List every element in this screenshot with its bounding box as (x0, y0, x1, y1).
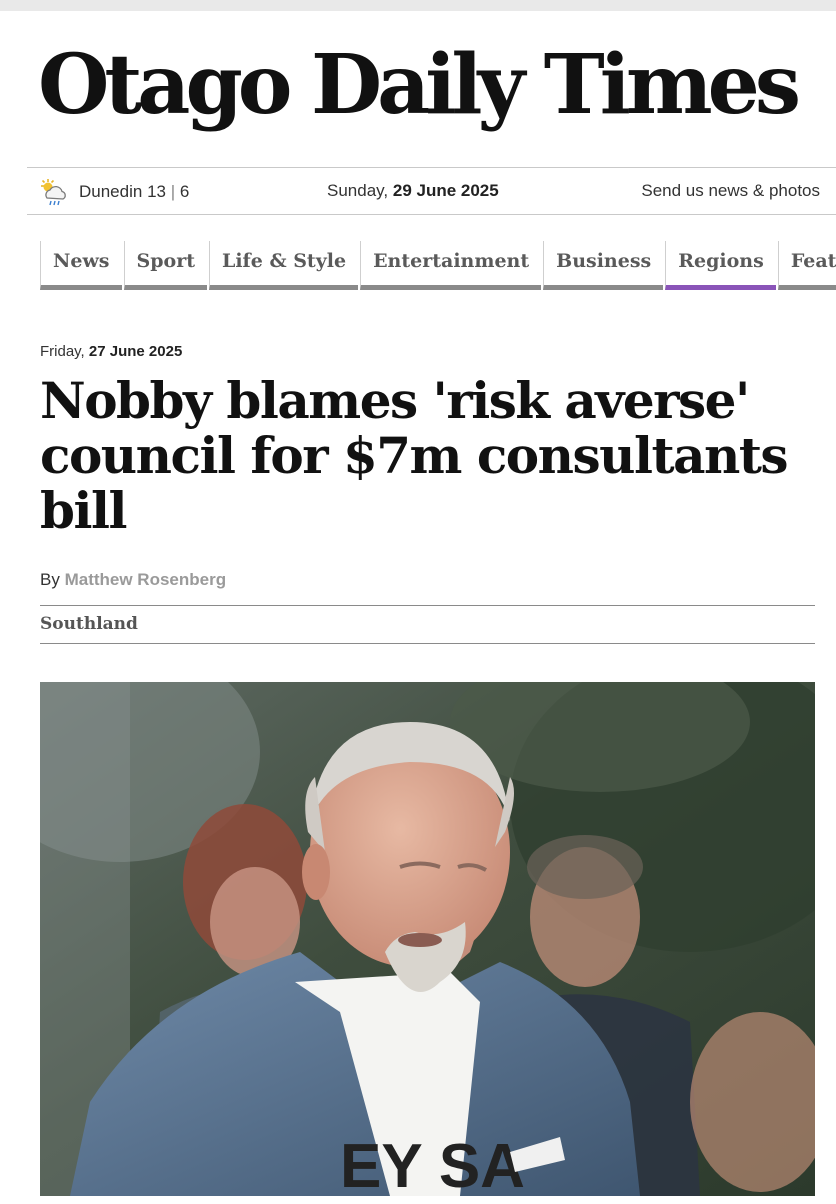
nav-item-news[interactable]: News (40, 241, 122, 290)
send-news-link[interactable]: Send us news & photos (641, 181, 820, 201)
weather-separator: | (170, 182, 176, 201)
article-date-value: 27 June 2025 (88, 343, 183, 360)
nav-item-sport[interactable]: Sport (123, 241, 207, 290)
article-date: Friday, 27 June 2025 (40, 343, 182, 360)
current-date: Sunday, 29 June 2025 (327, 181, 499, 201)
nav-item-business[interactable]: Business (543, 241, 664, 290)
section-tag-southland[interactable]: Southland (40, 614, 138, 634)
info-bar: Dunedin 13 | 6 Sunday, 29 June 2025 Send… (27, 167, 836, 215)
partly-cloudy-rain-icon (41, 179, 66, 206)
nav-item-features[interactable]: Features (777, 241, 836, 290)
nav-item-regions[interactable]: Regions (665, 241, 776, 290)
byline-prefix: By (40, 570, 60, 589)
article-weekday: Friday, (40, 343, 85, 360)
weather-location: Dunedin (79, 182, 143, 201)
article-photo[interactable]: EY SA (40, 682, 815, 1196)
article-photo-image: EY SA (40, 682, 815, 1196)
section-row: Southland (40, 605, 815, 644)
nav-item-entertainment[interactable]: Entertainment (360, 241, 542, 290)
current-weekday: Sunday, (327, 181, 389, 200)
weather-low: 6 (179, 182, 190, 201)
site-logo[interactable]: Otago Daily Times (38, 44, 801, 126)
main-nav: News Sport Life & Style Entertainment Bu… (40, 241, 836, 290)
weather-widget[interactable]: Dunedin 13 | 6 (39, 178, 189, 206)
current-date-value: 29 June 2025 (392, 181, 499, 200)
top-strip (0, 0, 836, 11)
nav-item-life-style[interactable]: Life & Style (208, 241, 359, 290)
shirt-print-text: EY SA (340, 1132, 525, 1196)
article-headline: Nobby blames 'risk averse' council for $… (40, 371, 789, 540)
author-link[interactable]: Matthew Rosenberg (65, 570, 227, 589)
weather-high: 13 (147, 182, 166, 201)
byline: By Matthew Rosenberg (40, 570, 226, 590)
